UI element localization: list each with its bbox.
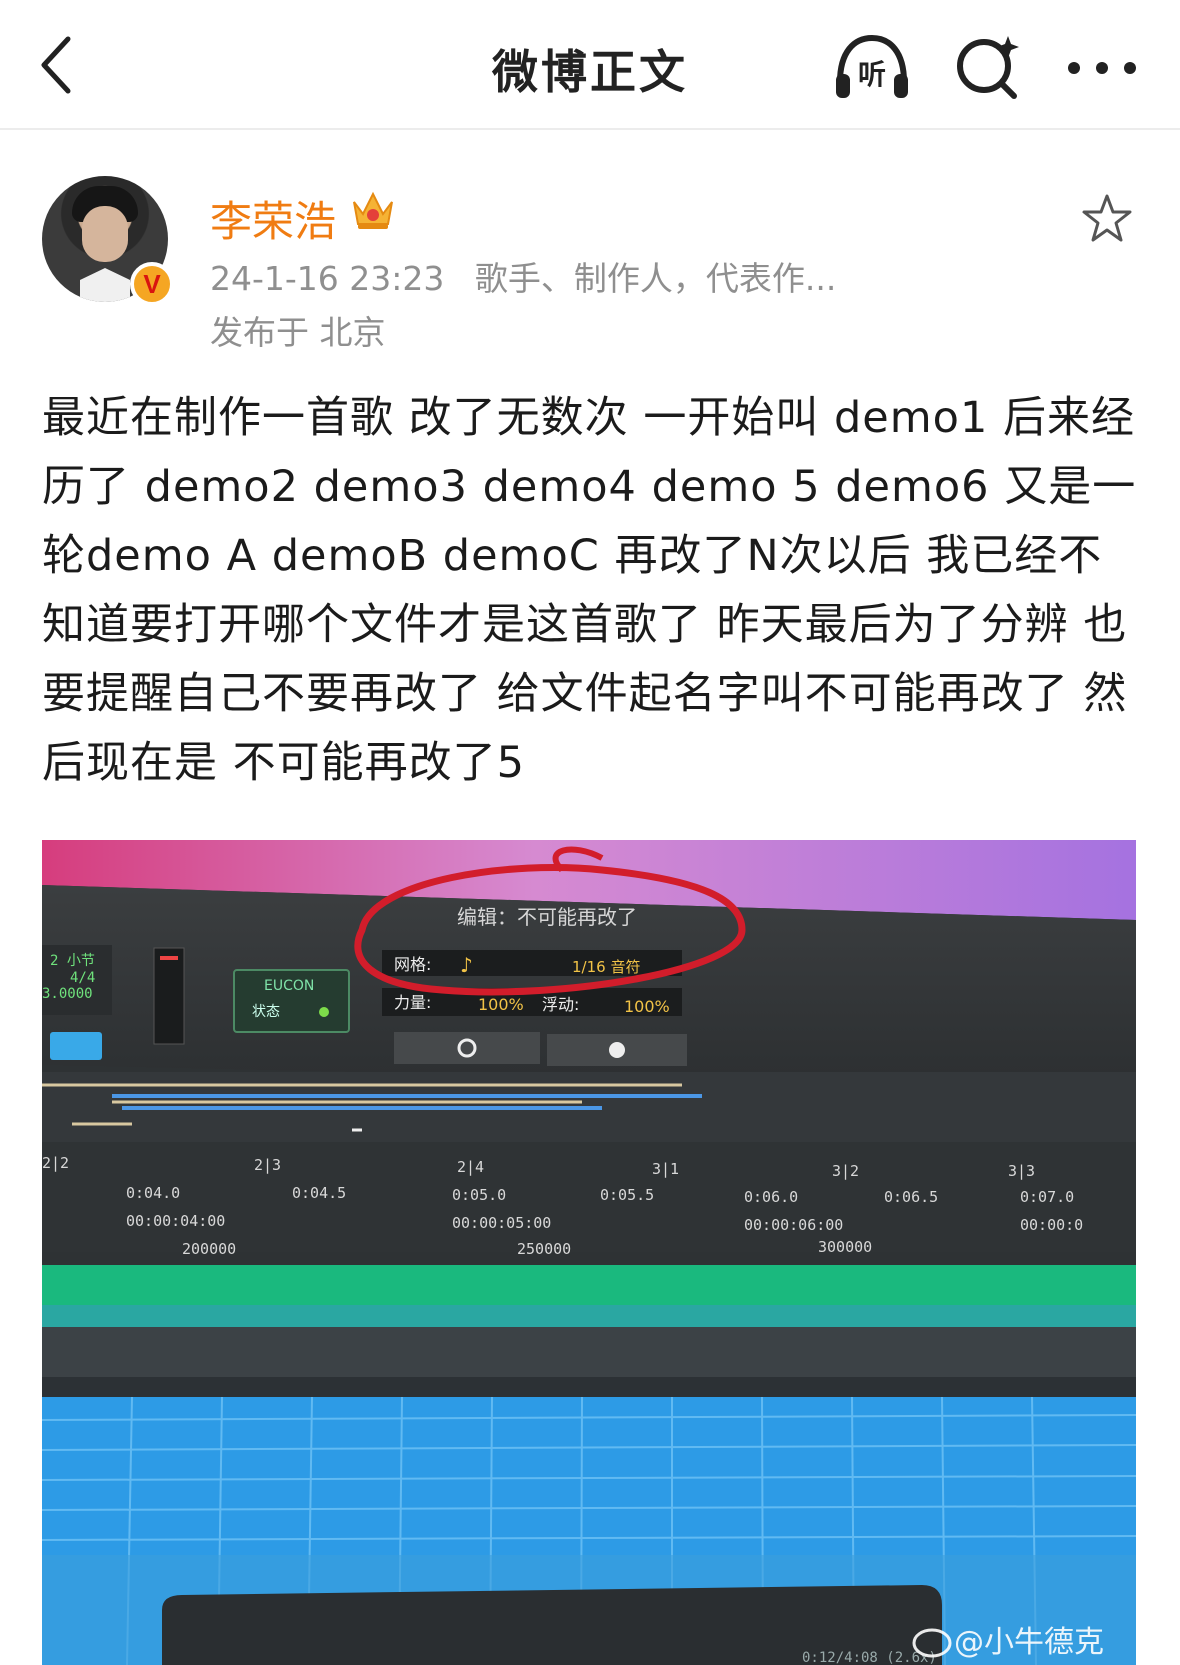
ruler-tc-2: 00:00:05:00 [452, 1214, 551, 1232]
ruler-sec-7: 0:07.0 [1020, 1188, 1074, 1206]
avatar[interactable]: V [42, 176, 174, 306]
ruler-bar-1: 2|2 [42, 1154, 69, 1172]
meter-label: 4/4 [70, 970, 95, 986]
ruler-tc-3: 00:00:06:00 [744, 1216, 843, 1234]
ruler-bar-5: 3|2 [832, 1162, 859, 1180]
listen-label: 听 [858, 58, 886, 91]
ruler-tc-4: 00:00:0 [1020, 1216, 1083, 1234]
crown-icon [353, 191, 393, 229]
grid-label: 网格: [394, 955, 431, 974]
search-button[interactable] [950, 32, 1030, 102]
bars-label: 2 小节 [50, 953, 95, 969]
listen-button[interactable]: 听 [832, 32, 912, 102]
verified-badge-icon: V [130, 262, 174, 306]
ruler-sec-4: 0:05.5 [600, 1186, 654, 1204]
favorite-star-icon[interactable] [1080, 192, 1134, 246]
window-title: 编辑：不可能再改了 [457, 905, 637, 929]
tempo-label: 3.0000 [42, 986, 93, 1002]
ruler-bar-3: 2|4 [457, 1158, 484, 1176]
daw-screenshot-photo: 2 小节 4/4 3.0000 EUCON 状态 编辑：不可能再改了 网格: ♪… [42, 840, 1136, 1665]
float-label: 浮动: [542, 995, 579, 1014]
grid-value: 1/16 音符 [572, 958, 640, 976]
ruler-samples-1: 200000 [182, 1240, 236, 1258]
author-name[interactable]: 李荣浩 [210, 188, 336, 249]
more-button[interactable] [1062, 32, 1142, 102]
ruler-bar-4: 3|1 [652, 1160, 679, 1178]
author-bio: 歌手、制作人，代表作... [474, 259, 837, 298]
strength-value: 100% [478, 995, 524, 1014]
status-label: 状态 [252, 1004, 280, 1020]
strength-label: 力量: [394, 993, 431, 1012]
ruler-sec-5: 0:06.0 [744, 1188, 798, 1206]
post-image[interactable]: 2 小节 4/4 3.0000 EUCON 状态 编辑：不可能再改了 网格: ♪… [42, 840, 1136, 1665]
ruler-samples-3: 300000 [818, 1238, 872, 1256]
headphones-icon: 听 [836, 34, 908, 98]
watermark-text: @小牛德克 [954, 1625, 1104, 1660]
ruler-sec-2: 0:04.5 [292, 1184, 346, 1202]
ruler-sec-1: 0:04.0 [126, 1184, 180, 1202]
post-location: 发布于 北京 [210, 313, 386, 352]
post-text: 最近在制作一首歌 改了无数次 一开始叫 demo1 后来经历了 demo2 de… [42, 393, 1137, 788]
search-sparkle-icon [957, 36, 1019, 99]
top-nav-bar: 微博正文 听 [0, 0, 1180, 130]
eucon-label: EUCON [264, 978, 314, 994]
ruler-sec-6: 0:06.5 [884, 1188, 938, 1206]
float-value: 100% [624, 997, 670, 1016]
ruler-tc-1: 00:00:04:00 [126, 1212, 225, 1230]
ruler-bar-6: 3|3 [1008, 1162, 1035, 1180]
post-meta: 24-1-16 23:23 歌手、制作人，代表作... [210, 252, 836, 300]
svg-text:♪: ♪ [460, 953, 473, 977]
ruler-bar-2: 2|3 [254, 1156, 281, 1174]
post-time: 24-1-16 23:23 [210, 259, 445, 298]
bottom-readout: 0:12/4:08 (2.6x) [802, 1650, 937, 1665]
ruler-samples-2: 250000 [517, 1240, 571, 1258]
more-dots-icon [1068, 62, 1136, 74]
ruler-sec-3: 0:05.0 [452, 1186, 506, 1204]
